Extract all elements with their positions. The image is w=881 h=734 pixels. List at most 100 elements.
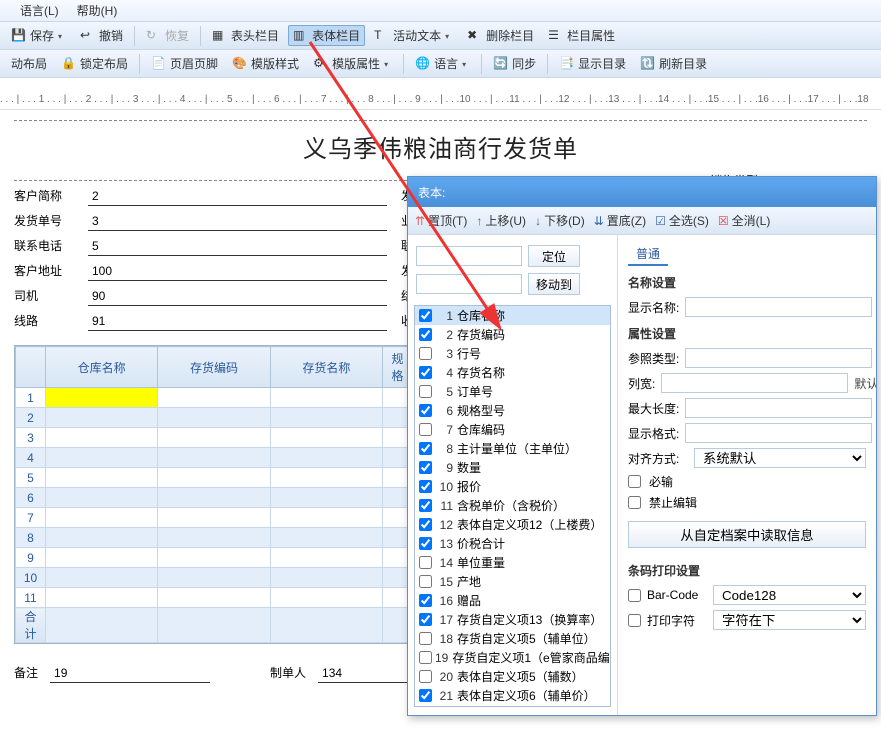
language-button[interactable]: 🌐语言▾	[410, 53, 475, 74]
data-grid[interactable]: 仓库名称 存货编码 存货名称 规格 1234567891011 合计	[14, 345, 414, 644]
column-list-item[interactable]: 22折扣额	[415, 705, 610, 707]
column-list-item[interactable]: 11含税单价（含税价）	[415, 496, 610, 515]
addr-field[interactable]: 100	[88, 264, 387, 281]
table-row[interactable]: 10	[16, 568, 413, 588]
column-checkbox[interactable]	[419, 347, 432, 360]
show-toc-button[interactable]: 📑显示目录	[554, 53, 631, 74]
table-row[interactable]: 4	[16, 448, 413, 468]
printchar-checkbox[interactable]	[628, 614, 641, 627]
move-up-button[interactable]: ↑上移(U)	[473, 210, 529, 231]
column-checkbox[interactable]	[419, 632, 432, 645]
column-checkbox[interactable]	[419, 689, 432, 702]
table-row[interactable]: 2	[16, 408, 413, 428]
column-list-item[interactable]: 2存货编码	[415, 325, 610, 344]
ship-no-field[interactable]: 3	[88, 214, 387, 231]
menu-help[interactable]: 帮助(H)	[77, 2, 118, 19]
template-props-button[interactable]: ⚙模版属性▾	[308, 53, 397, 74]
table-row[interactable]: 5	[16, 468, 413, 488]
column-checkbox[interactable]	[419, 423, 432, 436]
restore-button[interactable]: ↻恢复	[141, 25, 194, 46]
moveto-input[interactable]	[416, 274, 522, 294]
ref-type-input[interactable]	[685, 348, 872, 368]
column-checkbox[interactable]	[419, 670, 432, 683]
column-list-item[interactable]: 5订单号	[415, 382, 610, 401]
locate-input[interactable]	[416, 246, 522, 266]
column-list-item[interactable]: 13价税合计	[415, 534, 610, 553]
column-checkbox[interactable]	[419, 499, 432, 512]
undo-button[interactable]: ↩撤销	[75, 25, 128, 46]
col-width-input[interactable]	[661, 373, 848, 393]
table-row[interactable]: 1	[16, 388, 413, 408]
table-row[interactable]: 9	[16, 548, 413, 568]
header-col-button[interactable]: ▦表头栏目	[207, 25, 284, 46]
column-list-item[interactable]: 3行号	[415, 344, 610, 363]
column-list-item[interactable]: 10报价	[415, 477, 610, 496]
lock-layout-button[interactable]: 🔒锁定布局	[56, 53, 133, 74]
column-checkbox[interactable]	[419, 575, 432, 588]
column-list-item[interactable]: 7仓库编码	[415, 420, 610, 439]
sync-button[interactable]: 🔄同步	[488, 53, 541, 74]
noedit-checkbox[interactable]	[628, 496, 641, 509]
column-list-item[interactable]: 12表体自定义项12（上楼费）	[415, 515, 610, 534]
column-list-item[interactable]: 19存货自定义项1（e管家商品编	[415, 648, 610, 667]
header-footer-button[interactable]: 📄页眉页脚	[146, 53, 223, 74]
moveto-button[interactable]: 移动到	[528, 273, 580, 295]
column-checkbox[interactable]	[419, 480, 432, 493]
remark-field[interactable]: 19	[50, 666, 210, 683]
col-header-invcode[interactable]: 存货编码	[158, 347, 270, 388]
column-checkbox[interactable]	[419, 442, 432, 455]
column-checkbox[interactable]	[419, 366, 432, 379]
move-down-button[interactable]: ↓下移(D)	[532, 210, 588, 231]
col-header-invname[interactable]: 存货名称	[270, 347, 382, 388]
column-checkbox[interactable]	[419, 613, 432, 626]
column-checkbox[interactable]	[419, 556, 432, 569]
column-list-item[interactable]: 9数量	[415, 458, 610, 477]
align-select[interactable]: 系统默认	[694, 448, 866, 468]
locate-button[interactable]: 定位	[528, 245, 580, 267]
printchar-select[interactable]: 字符在下	[713, 610, 866, 630]
column-list-item[interactable]: 4存货名称	[415, 363, 610, 382]
route-field[interactable]: 91	[88, 314, 387, 331]
column-checkbox[interactable]	[419, 404, 432, 417]
select-all-button[interactable]: ☑全选(S)	[652, 210, 712, 231]
select-none-button[interactable]: ☒全消(L)	[715, 210, 773, 231]
column-checkbox[interactable]	[419, 651, 432, 664]
disp-fmt-input[interactable]	[685, 423, 872, 443]
required-checkbox[interactable]	[628, 475, 641, 488]
body-col-button[interactable]: ▥表体栏目	[288, 25, 365, 46]
table-row[interactable]: 7	[16, 508, 413, 528]
column-checkbox[interactable]	[419, 537, 432, 550]
column-checkbox[interactable]	[419, 594, 432, 607]
column-list[interactable]: 1仓库名称2存货编码3行号4存货名称5订单号6规格型号7仓库编码8主计量单位（主…	[414, 305, 611, 707]
table-row[interactable]: 6	[16, 488, 413, 508]
phone-field[interactable]: 5	[88, 239, 387, 256]
col-header-warehouse[interactable]: 仓库名称	[46, 347, 158, 388]
barcode-select[interactable]: Code128	[713, 585, 866, 605]
read-archive-button[interactable]: 从自定档案中读取信息	[628, 521, 866, 548]
column-list-item[interactable]: 18存货自定义项5（辅单位）	[415, 629, 610, 648]
column-checkbox[interactable]	[419, 385, 432, 398]
menu-language[interactable]: 语言(L)	[20, 2, 59, 19]
save-button[interactable]: 💾保存▾	[6, 25, 71, 46]
column-list-item[interactable]: 1仓库名称	[415, 306, 610, 325]
column-checkbox[interactable]	[419, 461, 432, 474]
customer-short-field[interactable]: 2	[88, 189, 387, 206]
to-top-button[interactable]: ⇈置顶(T)	[412, 210, 470, 231]
column-list-item[interactable]: 20表体自定义项5（辅数）	[415, 667, 610, 686]
column-checkbox[interactable]	[419, 328, 432, 341]
column-list-item[interactable]: 15产地	[415, 572, 610, 591]
table-row[interactable]: 8	[16, 528, 413, 548]
to-bottom-button[interactable]: ⇊置底(Z)	[591, 210, 649, 231]
template-style-button[interactable]: 🎨模版样式	[227, 53, 304, 74]
active-text-button[interactable]: T活动文本▾	[369, 25, 458, 46]
column-list-item[interactable]: 6规格型号	[415, 401, 610, 420]
driver-field[interactable]: 90	[88, 289, 387, 306]
column-checkbox[interactable]	[419, 518, 432, 531]
delete-col-button[interactable]: ✖删除栏目	[462, 25, 539, 46]
table-row[interactable]: 11	[16, 588, 413, 608]
column-list-item[interactable]: 16赠品	[415, 591, 610, 610]
tab-normal[interactable]: 普通	[628, 243, 668, 266]
max-len-input[interactable]	[685, 398, 872, 418]
table-row[interactable]: 3	[16, 428, 413, 448]
column-list-item[interactable]: 8主计量单位（主单位）	[415, 439, 610, 458]
